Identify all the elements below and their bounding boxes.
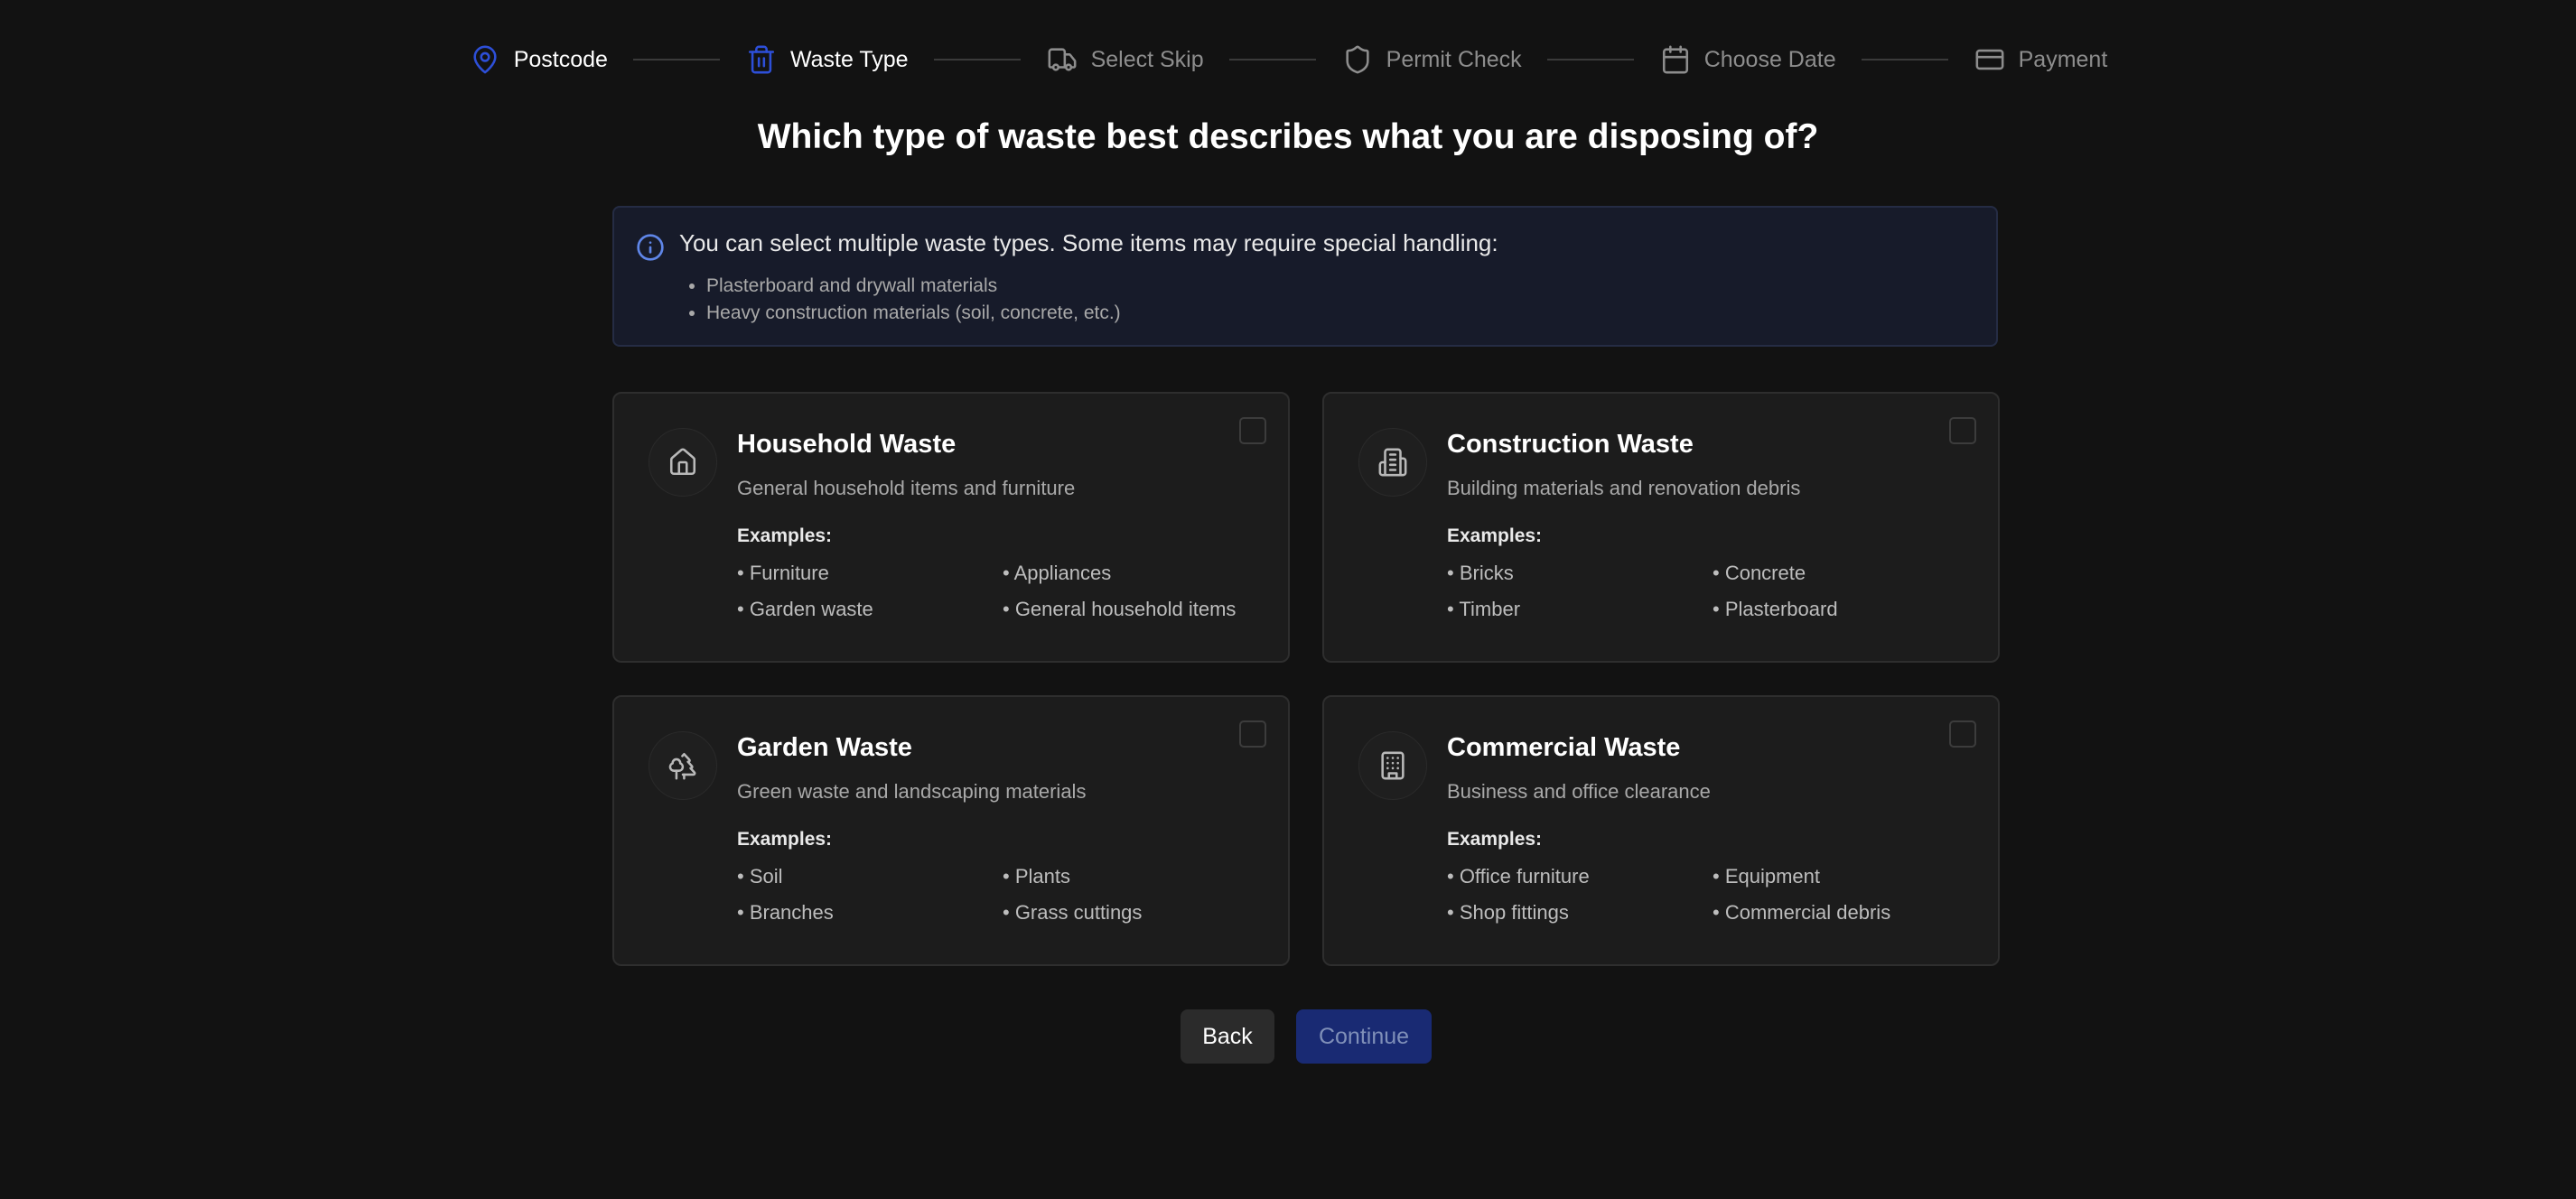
step-connector bbox=[933, 59, 1021, 60]
info-icon bbox=[636, 233, 665, 262]
step-choose-date[interactable]: Choose Date bbox=[1659, 43, 1836, 76]
step-connector bbox=[1861, 59, 1948, 60]
example-item: • Appliances bbox=[1003, 562, 1112, 584]
trees-icon bbox=[649, 731, 717, 800]
step-select-skip[interactable]: Select Skip bbox=[1046, 43, 1204, 76]
info-list-item: Heavy construction materials (soil, conc… bbox=[706, 300, 1121, 327]
waste-card-garden[interactable]: Garden Waste Green waste and landscaping… bbox=[612, 695, 1290, 966]
step-label: Select Skip bbox=[1090, 46, 1204, 72]
building-icon bbox=[1358, 428, 1427, 497]
examples-list: • Office furniture • Equipment • Shop fi… bbox=[1447, 865, 1971, 925]
card-description: Business and office clearance bbox=[1447, 780, 1711, 803]
home-icon bbox=[649, 428, 717, 497]
info-list: Plasterboard and drywall materials Heavy… bbox=[679, 273, 1121, 327]
example-item: • Timber bbox=[1447, 598, 1521, 620]
shield-icon bbox=[1341, 43, 1374, 76]
card-title: Garden Waste bbox=[737, 733, 912, 762]
select-checkbox[interactable] bbox=[1239, 720, 1266, 748]
trash-icon bbox=[745, 43, 778, 76]
progress-stepper: Postcode Waste Type Select Skip Permit C… bbox=[0, 36, 2576, 83]
step-waste-type[interactable]: Waste Type bbox=[745, 43, 909, 76]
select-checkbox[interactable] bbox=[1949, 720, 1976, 748]
examples-list: • Furniture • Appliances • Garden waste … bbox=[737, 562, 1261, 621]
step-label: Waste Type bbox=[789, 46, 909, 72]
example-item: • Bricks bbox=[1447, 562, 1514, 584]
step-label: Choose Date bbox=[1703, 46, 1836, 72]
example-item: • Equipment bbox=[1713, 865, 1820, 888]
step-connector bbox=[1546, 59, 1634, 60]
info-list-item: Plasterboard and drywall materials bbox=[706, 273, 1121, 300]
step-connector bbox=[632, 59, 720, 60]
info-alert: You can select multiple waste types. Som… bbox=[612, 206, 1998, 347]
card-description: Building materials and renovation debris bbox=[1447, 477, 1801, 499]
example-item: • General household items bbox=[1003, 598, 1237, 620]
step-postcode[interactable]: Postcode bbox=[469, 43, 608, 76]
examples-list: • Soil • Plants • Branches • Grass cutti… bbox=[737, 865, 1261, 925]
example-item: • Commercial debris bbox=[1713, 901, 1891, 924]
examples-label: Examples: bbox=[737, 525, 833, 546]
truck-icon bbox=[1046, 43, 1078, 76]
continue-button[interactable]: Continue bbox=[1296, 1009, 1432, 1064]
examples-label: Examples: bbox=[737, 829, 833, 850]
step-label: Permit Check bbox=[1386, 46, 1522, 72]
step-label: Payment bbox=[2018, 46, 2108, 72]
select-checkbox[interactable] bbox=[1239, 417, 1266, 444]
back-button[interactable]: Back bbox=[1181, 1009, 1274, 1064]
map-pin-icon bbox=[469, 43, 501, 76]
card-description: Green waste and landscaping materials bbox=[737, 780, 1087, 803]
card-title: Construction Waste bbox=[1447, 430, 1694, 459]
example-item: • Concrete bbox=[1713, 562, 1806, 584]
example-item: • Shop fittings bbox=[1447, 901, 1569, 924]
card-title: Household Waste bbox=[737, 430, 957, 459]
example-item: • Plants bbox=[1003, 865, 1070, 888]
example-item: • Grass cuttings bbox=[1003, 901, 1143, 924]
office-building-icon bbox=[1358, 731, 1427, 800]
card-title: Commercial Waste bbox=[1447, 733, 1681, 762]
step-payment[interactable]: Payment bbox=[1974, 43, 2108, 76]
examples-label: Examples: bbox=[1447, 525, 1543, 546]
select-checkbox[interactable] bbox=[1949, 417, 1976, 444]
example-item: • Furniture bbox=[737, 562, 829, 584]
waste-card-household[interactable]: Household Waste General household items … bbox=[612, 392, 1290, 663]
example-item: • Soil bbox=[737, 865, 783, 888]
example-item: • Branches bbox=[737, 901, 834, 924]
card-description: General household items and furniture bbox=[737, 477, 1076, 499]
waste-card-construction[interactable]: Construction Waste Building materials an… bbox=[1322, 392, 2000, 663]
example-item: • Garden waste bbox=[737, 598, 873, 620]
waste-card-commercial[interactable]: Commercial Waste Business and office cle… bbox=[1322, 695, 2000, 966]
info-message: You can select multiple waste types. Som… bbox=[679, 229, 1498, 256]
calendar-icon bbox=[1659, 43, 1692, 76]
step-connector bbox=[1228, 59, 1316, 60]
step-permit-check[interactable]: Permit Check bbox=[1341, 43, 1522, 76]
step-label: Postcode bbox=[513, 46, 608, 72]
examples-list: • Bricks • Concrete • Timber • Plasterbo… bbox=[1447, 562, 1971, 621]
page-title: Which type of waste best describes what … bbox=[757, 117, 1819, 156]
examples-label: Examples: bbox=[1447, 829, 1543, 850]
example-item: • Plasterboard bbox=[1713, 598, 1838, 620]
credit-card-icon bbox=[1974, 43, 2006, 76]
example-item: • Office furniture bbox=[1447, 865, 1590, 888]
